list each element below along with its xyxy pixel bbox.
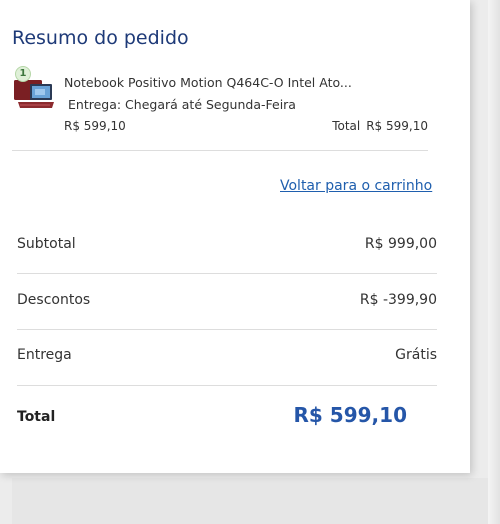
page-edge-shadow [488, 0, 500, 524]
discount-value: R$ -399,90 [359, 292, 437, 308]
product-total: Total R$ 599,10 [332, 119, 428, 133]
total-label: Total [17, 409, 56, 425]
row-divider [17, 385, 437, 386]
product-name[interactable]: Notebook Positivo Motion Q464C-O Intel A… [64, 75, 384, 90]
total-value: R$ 599,10 [293, 403, 407, 427]
row-divider [17, 273, 437, 274]
product-total-label: Total [332, 119, 361, 133]
product-price: R$ 599,10 [64, 119, 126, 133]
delivery-info: Entrega: Chegará até Segunda-Feira [68, 97, 296, 112]
shipping-row: Entrega Grátis [17, 347, 437, 367]
page-background-strip [12, 478, 500, 524]
product-thumbnail[interactable]: 1 [12, 66, 58, 118]
shipping-value: Grátis [395, 347, 437, 363]
discount-row: Descontos R$ -399,90 [17, 292, 437, 312]
subtotal-label: Subtotal [17, 236, 76, 252]
subtotal-row: Subtotal R$ 999,00 [17, 236, 437, 256]
discount-label: Descontos [17, 292, 91, 308]
subtotal-value: R$ 999,00 [364, 236, 437, 252]
shipping-label: Entrega [17, 347, 72, 363]
item-divider [12, 150, 428, 151]
quantity-badge: 1 [15, 66, 31, 82]
order-summary-card: Resumo do pedido 1 Notebook Positivo Mot… [0, 0, 470, 473]
row-divider [17, 329, 437, 330]
back-to-cart-link[interactable]: Voltar para o carrinho [280, 178, 432, 194]
product-total-value: R$ 599,10 [366, 119, 428, 133]
summary-title: Resumo do pedido [12, 27, 189, 49]
